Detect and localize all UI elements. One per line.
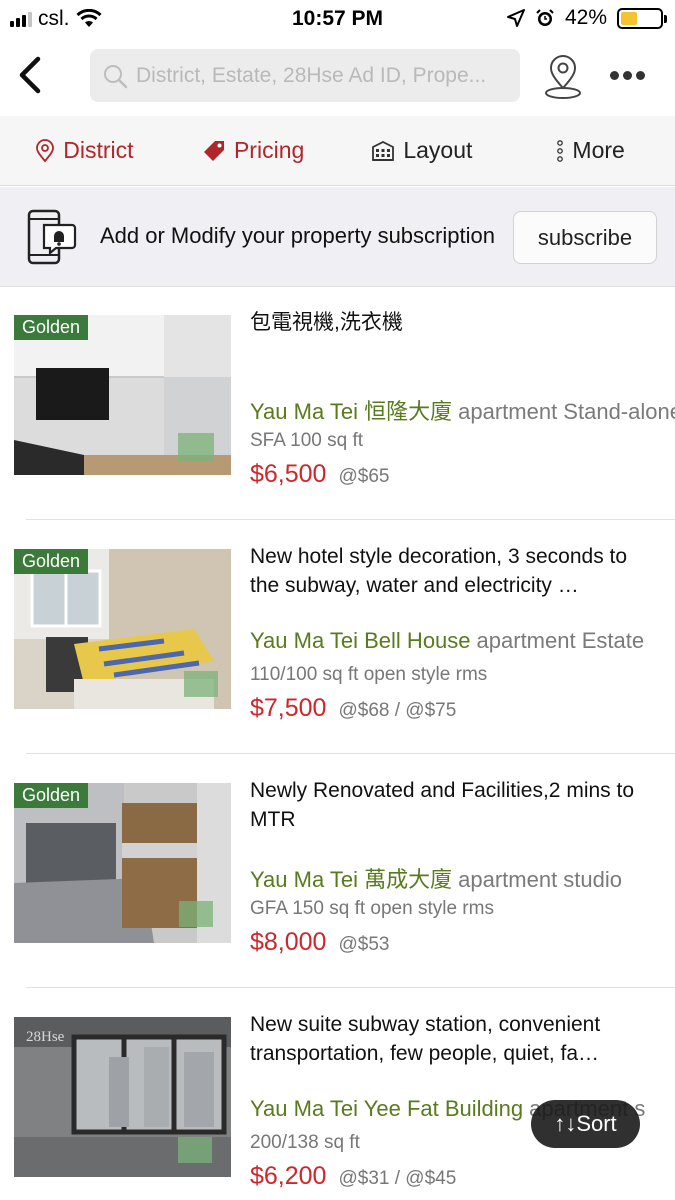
subscribe-button[interactable]: subscribe	[513, 211, 657, 264]
dot-icon	[609, 70, 619, 80]
listing-item[interactable]: Golden 包電視機,洗衣機 Yau Ma Tei 恒隆大廈 apartment…	[0, 288, 675, 522]
listing-title[interactable]: 包電視機,洗衣機	[250, 308, 660, 337]
golden-badge: Golden	[14, 549, 89, 574]
listing-size: GFA 150 sq ft open style rms	[250, 898, 494, 919]
listing-property-type: apartment studio	[458, 867, 623, 892]
vertical-dots-icon	[557, 139, 564, 162]
filter-district[interactable]: District	[0, 116, 169, 185]
filter-pricing-label: Pricing	[233, 137, 305, 163]
listing-unit-price: @$65	[338, 466, 390, 487]
price-tag-icon	[203, 140, 224, 161]
filter-pricing[interactable]: Pricing	[169, 116, 338, 185]
building-icon	[372, 140, 395, 161]
battery-percent: 42%	[564, 6, 607, 29]
listing-title[interactable]: New hotel style decoration, 3 seconds to…	[250, 542, 660, 600]
more-options-button[interactable]	[604, 60, 650, 90]
listing-title[interactable]: New suite subway station, convenient tra…	[250, 1010, 660, 1068]
divider	[26, 519, 675, 520]
filter-layout[interactable]: Layout	[338, 116, 507, 185]
listing-size: 110/100 sq ft open style rms	[250, 664, 488, 685]
listing-place[interactable]: Yau Ma Tei Yee Fat Building	[250, 1096, 523, 1121]
location-pin-icon	[36, 138, 55, 162]
map-location-button[interactable]	[541, 52, 585, 102]
listing-place[interactable]: Yau Ma Tei 萬成大廈	[250, 867, 452, 892]
nav-bar	[0, 38, 675, 116]
filter-district-label: District	[63, 137, 134, 163]
map-pin-icon	[545, 55, 581, 99]
listing-price-line: $6,200 @$31 / @$45	[250, 1162, 456, 1191]
listing-place[interactable]: Yau Ma Tei 恒隆大廈	[250, 399, 452, 424]
listing-price-line: $7,500 @$68 / @$75	[250, 694, 456, 723]
subscription-banner: Add or Modify your property subscription…	[0, 187, 675, 287]
filter-more[interactable]: More	[506, 116, 675, 185]
phone-notification-icon	[27, 209, 77, 265]
dot-icon	[635, 70, 645, 80]
listing-photo[interactable]: 28Hse	[14, 1017, 231, 1177]
listing-property-type: apartment Estate	[476, 628, 645, 653]
divider	[26, 987, 675, 988]
search-icon	[104, 64, 128, 88]
battery-icon	[617, 7, 667, 29]
divider	[26, 753, 675, 754]
watermark-logo: 28Hse	[26, 1029, 65, 1045]
listing-size: SFA 100 sq ft	[250, 430, 364, 451]
alarm-icon	[536, 9, 554, 26]
listing-price-line: $8,000 @$53	[250, 928, 389, 957]
status-bar: csl. 10:57 PM 42%	[0, 0, 675, 38]
filter-bar: District Pricing Layout More	[0, 116, 675, 186]
listing-price: $8,000	[250, 928, 327, 956]
listing-photo[interactable]: Golden	[14, 783, 231, 943]
listing-unit-price: @$31 / @$45	[338, 1168, 457, 1189]
chevron-left-icon	[19, 56, 41, 94]
listing-size: 200/138 sq ft	[250, 1132, 360, 1153]
listing-title[interactable]: Newly Renovated and Facilities,2 mins to…	[250, 776, 660, 834]
listing-item[interactable]: Golden New hotel style decoration, 3 sec…	[0, 522, 675, 756]
filter-more-label: More	[572, 137, 625, 163]
listing-location: Yau Ma Tei 恒隆大廈 apartment Stand-alone	[250, 394, 675, 426]
location-arrow-icon	[506, 9, 525, 27]
subscription-text: Add or Modify your property subscription	[100, 223, 495, 248]
search-input[interactable]	[136, 63, 516, 88]
sort-button[interactable]: ↑↓Sort	[531, 1100, 640, 1148]
listing-unit-price: @$53	[338, 934, 390, 955]
listing-price: $6,200	[250, 1162, 327, 1190]
listing-property-type: apartment Stand-alone	[458, 399, 675, 424]
listing-item[interactable]: Golden Newly Renovated and Facilities,2 …	[0, 756, 675, 990]
listing-item[interactable]: 28Hse New suite subway station, convenie…	[0, 990, 675, 1200]
listing-photo[interactable]: Golden	[14, 315, 231, 475]
listing-price: $6,500	[250, 460, 327, 488]
golden-badge: Golden	[14, 783, 89, 808]
filter-layout-label: Layout	[403, 137, 473, 163]
back-button[interactable]	[10, 52, 50, 98]
listing-place[interactable]: Yau Ma Tei Bell House	[250, 628, 471, 653]
listing-location: Yau Ma Tei Bell House apartment Estate	[250, 628, 675, 654]
listing-price-line: $6,500 @$65	[250, 460, 389, 489]
golden-badge: Golden	[14, 315, 89, 340]
search-bar[interactable]	[90, 49, 520, 102]
listing-location: Yau Ma Tei 萬成大廈 apartment studio	[250, 862, 675, 894]
listing-unit-price: @$68 / @$75	[338, 700, 457, 721]
listing-price: $7,500	[250, 694, 327, 722]
listing-photo[interactable]: Golden	[14, 549, 231, 709]
dot-icon	[622, 70, 632, 80]
